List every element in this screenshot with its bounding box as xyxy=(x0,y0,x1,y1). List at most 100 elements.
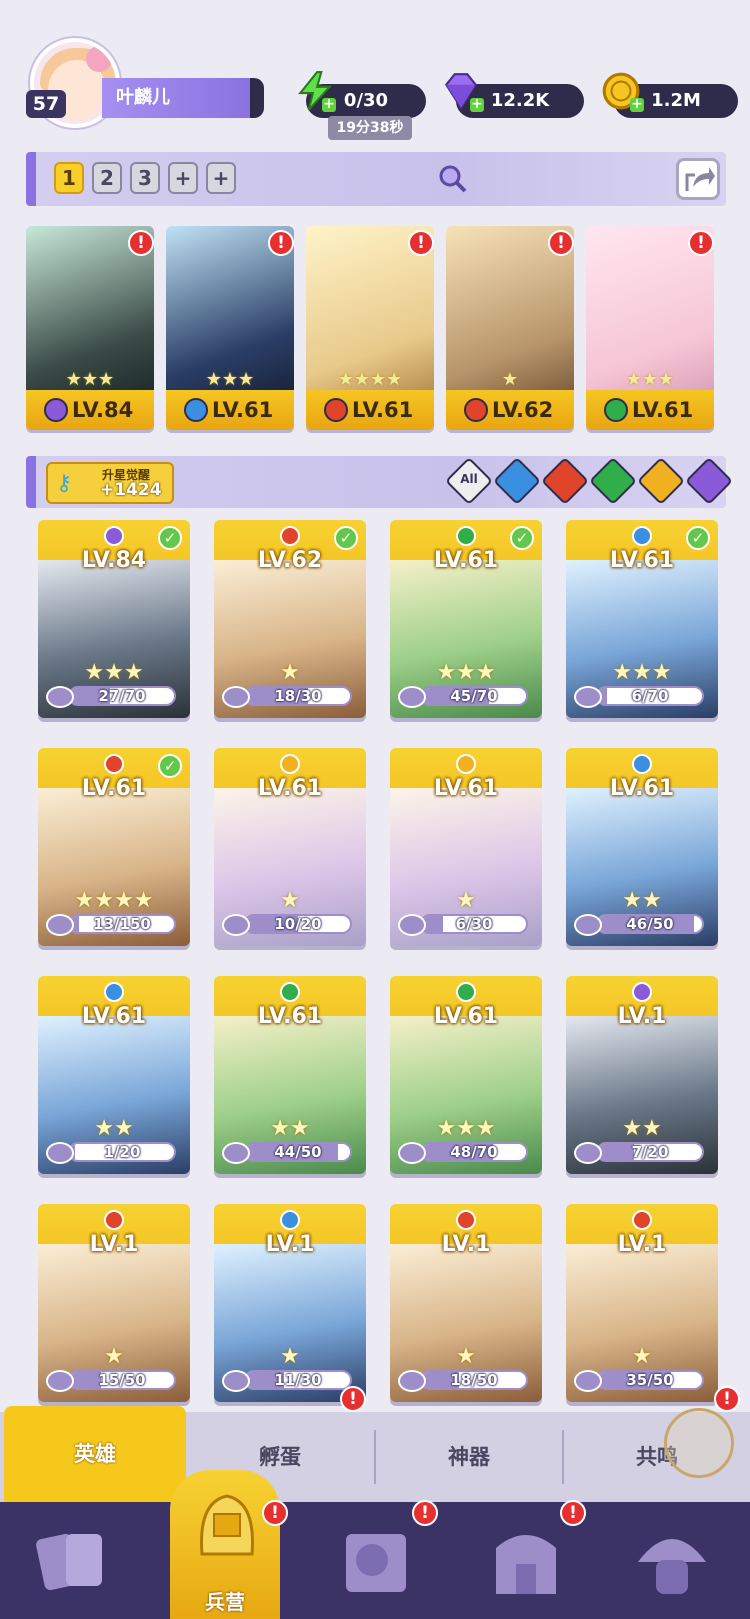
hero-stars: ★★★ xyxy=(625,369,675,390)
team-page-1[interactable]: 1 xyxy=(54,162,84,194)
player-name-bar[interactable]: 叶麟儿 xyxy=(102,78,264,118)
tab-hatch-alert-icon: ! xyxy=(340,1386,366,1412)
shard-progress-text: 10/20 xyxy=(274,915,322,933)
hero-card[interactable]: LV.61 ★★★ 48/70 xyxy=(390,976,542,1174)
hero-card[interactable]: LV.84 ★★★ 27/70 ✓ xyxy=(38,520,190,718)
hero-card[interactable]: LV.61 ★ 10/20 xyxy=(214,748,366,946)
shard-progress-bar: 27/70 xyxy=(68,686,176,706)
hero-level: LV.1 xyxy=(441,1232,491,1257)
shard-progress-text: 18/30 xyxy=(274,687,322,705)
hero-stars: ★★★ xyxy=(436,660,496,685)
team-slot-4[interactable]: ★ LV.62 xyxy=(446,226,574,430)
shard-progress-text: 27/70 xyxy=(98,687,146,705)
team-page-add[interactable]: + xyxy=(206,162,236,194)
shard-icon xyxy=(222,686,250,708)
hero-stars: ★★★ xyxy=(436,1116,496,1141)
barracks-helmet-icon xyxy=(200,1494,254,1556)
hero-card[interactable]: LV.1 ★★ 7/20 xyxy=(566,976,718,1174)
hero-stars: ★★ xyxy=(94,1116,134,1141)
shard-progress-bar: 1/20 xyxy=(68,1142,176,1162)
shard-icon xyxy=(46,1142,74,1164)
team-slot-alert-icon: ! xyxy=(548,230,574,256)
guild-castle-icon[interactable] xyxy=(486,1518,566,1598)
tab-artifacts[interactable]: 神器 xyxy=(376,1412,562,1502)
hero-card[interactable]: LV.61 ★★ 44/50 xyxy=(214,976,366,1174)
gem-plus-icon[interactable]: + xyxy=(470,97,484,112)
tab-heroes[interactable]: 英雄 xyxy=(4,1406,186,1502)
shard-progress-text: 6/30 xyxy=(455,915,493,933)
team-slot-1[interactable]: ★★★ LV.84 xyxy=(26,226,154,430)
hero-card[interactable]: LV.61 ★★★★ 13/150 ✓ xyxy=(38,748,190,946)
hero-card[interactable]: LV.61 ★★★ 6/70 ✓ xyxy=(566,520,718,718)
hero-card[interactable]: LV.61 ★★★ 45/70 ✓ xyxy=(390,520,542,718)
hero-level: LV.61 xyxy=(609,776,675,801)
wind-element-icon xyxy=(456,982,476,1002)
hero-level: LV.61 xyxy=(433,548,499,573)
star-awaken-button[interactable]: ⚷ 升星觉醒 +1424 xyxy=(46,462,174,504)
water-element-icon xyxy=(184,398,208,422)
team-slot-alert-icon: ! xyxy=(688,230,714,256)
search-icon[interactable] xyxy=(438,164,468,194)
hero-stars: ★★★ xyxy=(205,369,255,390)
team-page-2[interactable]: 2 xyxy=(92,162,122,194)
shard-icon xyxy=(574,686,602,708)
wind-element-icon xyxy=(456,526,476,546)
hero-stars: ★★★ xyxy=(84,660,144,685)
hero-card[interactable]: LV.61 ★ 6/30 xyxy=(390,748,542,946)
in-team-check-icon: ✓ xyxy=(334,526,358,550)
shard-progress-text: 11/30 xyxy=(274,1371,322,1389)
hero-level: LV.1 xyxy=(89,1232,139,1257)
hero-level: LV.61 xyxy=(609,548,675,573)
hero-stars: ★ xyxy=(280,660,300,685)
shard-icon xyxy=(46,686,74,708)
team-slot-5[interactable]: ★★★ LV.61 xyxy=(586,226,714,430)
cards-icon[interactable] xyxy=(32,1522,112,1602)
hero-stars: ★★★★ xyxy=(337,369,403,390)
energy-plus-icon[interactable]: + xyxy=(322,97,336,112)
water-element-icon xyxy=(104,982,124,1002)
dark-element-icon xyxy=(104,526,124,546)
shard-icon xyxy=(398,1370,426,1392)
hero-stars: ★★ xyxy=(622,1116,662,1141)
dark-element-icon xyxy=(44,398,68,422)
team-slot-2[interactable]: ★★★ LV.61 xyxy=(166,226,294,430)
fire-element-icon xyxy=(324,398,348,422)
coin-plus-icon[interactable]: + xyxy=(630,97,644,112)
shard-icon xyxy=(574,1370,602,1392)
hero-stars: ★★★ xyxy=(612,660,672,685)
shard-progress-text: 44/50 xyxy=(274,1143,322,1161)
barracks-alert-icon: ! xyxy=(262,1500,288,1526)
shard-progress-bar: 11/30 xyxy=(244,1370,352,1390)
shard-progress-bar: 48/70 xyxy=(420,1142,528,1162)
shard-icon xyxy=(222,914,250,936)
fire-element-icon xyxy=(280,526,300,546)
share-icon[interactable] xyxy=(676,158,720,200)
hero-level: LV.1 xyxy=(617,1232,667,1257)
hero-level: LV.1 xyxy=(265,1232,315,1257)
tab-bar: 英雄 孵蛋 神器 共鸣 xyxy=(0,1406,750,1502)
team-slot-3[interactable]: ★★★★ LV.61 xyxy=(306,226,434,430)
radar-icon[interactable] xyxy=(664,1408,734,1478)
hero-card[interactable]: LV.62 ★ 18/30 ✓ xyxy=(214,520,366,718)
team-page-3[interactable]: 3 xyxy=(130,162,160,194)
shard-progress-bar: 35/50 xyxy=(596,1370,704,1390)
hero-card[interactable]: LV.1 ★ 15/50 xyxy=(38,1204,190,1402)
shop-mushroom-icon[interactable] xyxy=(632,1520,712,1600)
hero-card[interactable]: LV.61 ★★ 1/20 xyxy=(38,976,190,1174)
shard-icon xyxy=(398,914,426,936)
shard-icon xyxy=(398,686,426,708)
shard-icon xyxy=(222,1370,250,1392)
hero-card[interactable]: LV.1 ★ 11/30 xyxy=(214,1204,366,1402)
hero-stars: ★★ xyxy=(270,1116,310,1141)
wind-element-icon xyxy=(280,982,300,1002)
hero-card[interactable]: LV.1 ★ 18/50 xyxy=(390,1204,542,1402)
in-team-check-icon: ✓ xyxy=(510,526,534,550)
hero-card[interactable]: LV.61 ★★ 46/50 xyxy=(566,748,718,946)
hero-level: LV.61 xyxy=(433,1004,499,1029)
adventure-map-icon[interactable] xyxy=(336,1522,416,1602)
shard-progress-text: 13/150 xyxy=(93,915,151,933)
shard-progress-text: 35/50 xyxy=(626,1371,674,1389)
team-page-add[interactable]: + xyxy=(168,162,198,194)
star-awaken-count: +1424 xyxy=(100,480,162,500)
hero-card[interactable]: LV.1 ★ 35/50 xyxy=(566,1204,718,1402)
